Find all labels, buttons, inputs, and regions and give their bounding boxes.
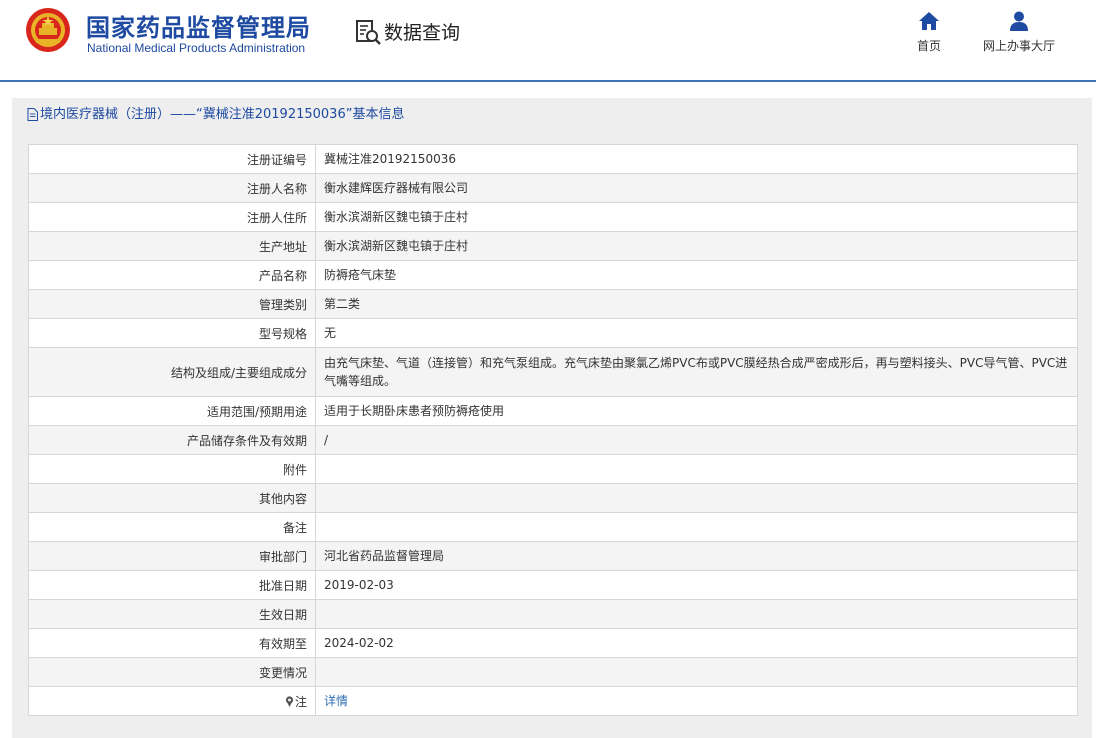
row-value: 第二类 <box>315 289 1078 319</box>
row-value <box>315 483 1078 513</box>
table-row: 注册证编号 冀械注准20192150036 <box>28 144 1078 174</box>
table-row: 备注 <box>28 512 1078 542</box>
row-value: 2024-02-02 <box>315 628 1078 658</box>
table-row: 其他内容 <box>28 483 1078 513</box>
row-label: 变更情况 <box>28 657 316 687</box>
table-row: 产品名称 防褥疮气床垫 <box>28 260 1078 290</box>
table-row: 生效日期 <box>28 599 1078 629</box>
row-value: 适用于长期卧床患者预防褥疮使用 <box>315 396 1078 426</box>
table-row: 注册人住所 衡水滨湖新区魏屯镇于庄村 <box>28 202 1078 232</box>
table-row: 管理类别 第二类 <box>28 289 1078 319</box>
row-label: 批准日期 <box>28 570 316 600</box>
note-value-cell: 详情 <box>315 686 1078 716</box>
document-search-icon <box>356 20 381 45</box>
row-label: 适用范围/预期用途 <box>28 396 316 426</box>
row-label: 备注 <box>28 512 316 542</box>
document-icon <box>27 108 38 121</box>
home-icon <box>919 12 939 30</box>
table-row: 变更情况 <box>28 657 1078 687</box>
table-row: 附件 <box>28 454 1078 484</box>
table-row: 生产地址 衡水滨湖新区魏屯镇于庄村 <box>28 231 1078 261</box>
row-value: 冀械注准20192150036 <box>315 144 1078 174</box>
row-value <box>315 599 1078 629</box>
row-label: 审批部门 <box>28 541 316 571</box>
row-value: 衡水滨湖新区魏屯镇于庄村 <box>315 202 1078 232</box>
table-row: 型号规格无 <box>28 318 1078 348</box>
table-row: 审批部门 河北省药品监督管理局 <box>28 541 1078 571</box>
row-label: 附件 <box>28 454 316 484</box>
user-icon <box>1010 11 1028 31</box>
row-label: 生效日期 <box>28 599 316 629</box>
details-link[interactable]: 详情 <box>324 694 348 708</box>
pin-icon <box>285 695 294 707</box>
table-row: 产品储存条件及有效期 / <box>28 425 1078 455</box>
row-label: 产品储存条件及有效期 <box>28 425 316 455</box>
nav-online-service-hall[interactable]: 网上办事大厅 <box>964 10 1074 60</box>
row-value: 衡水建辉医疗器械有限公司 <box>315 173 1078 203</box>
row-label: 生产地址 <box>28 231 316 261</box>
row-label: 注册人住所 <box>28 202 316 232</box>
row-value: 2019-02-03 <box>315 570 1078 600</box>
note-label: 注 <box>294 694 307 709</box>
query-title: 数据查询 <box>384 22 461 44</box>
row-value <box>315 454 1078 484</box>
table-row: 适用范围/预期用途 适用于长期卧床患者预防褥疮使用 <box>28 396 1078 426</box>
table-row: 注册人名称 衡水建辉医疗器械有限公司 <box>28 173 1078 203</box>
row-value: 衡水滨湖新区魏屯镇于庄村 <box>315 231 1078 261</box>
table-row-note: 注 详情 <box>28 686 1078 716</box>
row-label: 有效期至 <box>28 628 316 658</box>
row-value: 无 <box>315 318 1078 348</box>
table-row: 结构及组成/主要组成成分 由充气床垫、气道（连接管）和充气泵组成。充气床垫由聚氯乙… <box>28 347 1078 397</box>
row-value: 由充气床垫、气道（连接管）和充气泵组成。充气床垫由聚氯乙烯PVC布或PVC膜经热… <box>315 347 1078 397</box>
site-header: 国家药品监督管理局 National Medical Products Admi… <box>0 0 1096 82</box>
panel-title: 境内医疗器械（注册）——“冀械注准20192150036”基本信息 <box>12 98 1092 132</box>
table-row: 批准日期 2019-02-03 <box>28 570 1078 600</box>
row-label: 产品名称 <box>28 260 316 290</box>
row-label: 结构及组成/主要组成成分 <box>28 347 316 397</box>
nav-online-service-hall-label: 网上办事大厅 <box>982 39 1055 53</box>
note-label-cell: 注 <box>28 686 316 716</box>
table-row: 有效期至 2024-02-02 <box>28 628 1078 658</box>
panel-title-text: 境内医疗器械（注册）——“冀械注准20192150036”基本信息 <box>40 107 405 122</box>
row-label: 其他内容 <box>28 483 316 513</box>
row-value: / <box>315 425 1078 455</box>
row-label: 型号规格 <box>28 318 316 348</box>
row-value <box>315 657 1078 687</box>
row-label: 注册证编号 <box>28 144 316 174</box>
org-name-cn: 国家药品监督管理局 <box>86 14 311 42</box>
row-label: 注册人名称 <box>28 173 316 203</box>
row-value: 河北省药品监督管理局 <box>315 541 1078 571</box>
registration-info-table: 注册证编号 冀械注准20192150036 注册人名称 衡水建辉医疗器械有限公司 注… <box>28 144 1078 716</box>
org-name-en: National Medical Products Administration <box>87 41 306 55</box>
national-emblem-icon <box>26 8 70 52</box>
row-value: 防褥疮气床垫 <box>315 260 1078 290</box>
row-label: 管理类别 <box>28 289 316 319</box>
row-value <box>315 512 1078 542</box>
